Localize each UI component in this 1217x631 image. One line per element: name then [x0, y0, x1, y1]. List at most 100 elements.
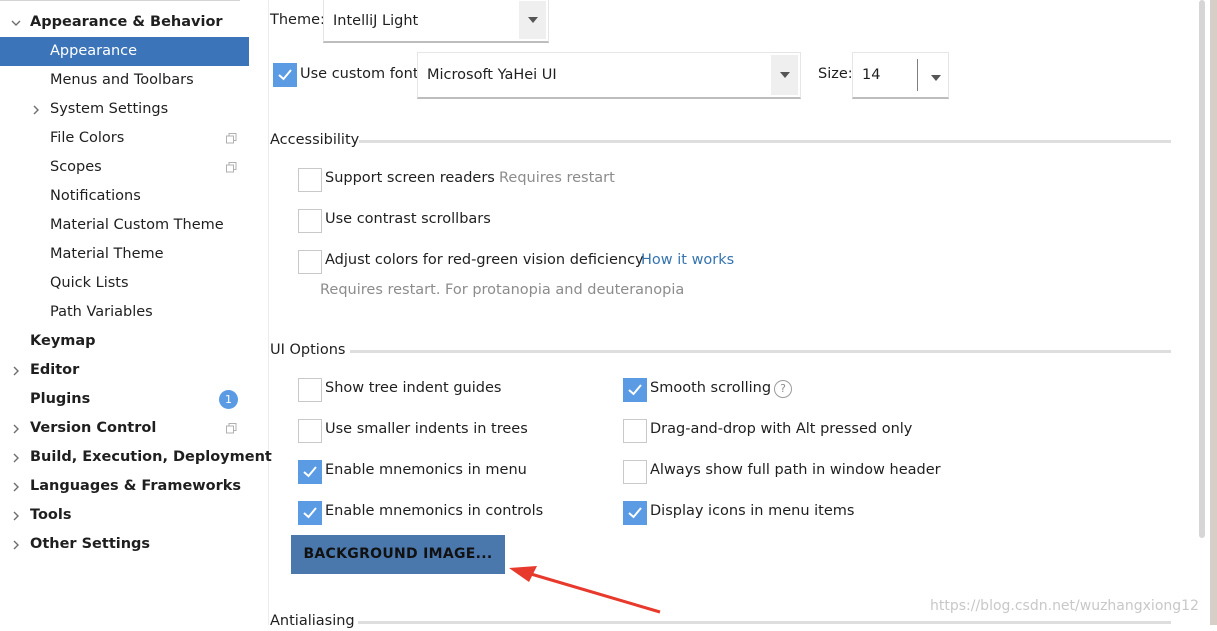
copy-icon [226, 162, 237, 173]
sidebar-item-build-execution-deployment[interactable]: Build, Execution, Deployment [0, 443, 272, 472]
sidebar-item-label: Keymap [30, 333, 96, 349]
sidebar-item-label: Menus and Toolbars [50, 72, 194, 88]
sidebar-item-label: Notifications [50, 188, 141, 204]
scrollbar-thumb[interactable] [1199, 0, 1205, 538]
screen-readers-checkbox[interactable] [298, 168, 322, 192]
red-arrow-annotation [509, 566, 661, 614]
sidebar-item-plugins[interactable]: Plugins 1 [0, 385, 249, 414]
sidebar-item-version-control[interactable]: Version Control [0, 414, 249, 443]
drag-drop-alt-checkbox[interactable] [623, 419, 647, 443]
sidebar-item-appearance[interactable]: Appearance [0, 37, 249, 66]
sidebar-item-menus-toolbars[interactable]: Menus and Toolbars [0, 66, 249, 95]
font-size-label: Size: [818, 66, 853, 82]
chevron-down-icon[interactable] [8, 8, 24, 37]
color-deficiency-hint: Requires restart. For protanopia and deu… [320, 282, 685, 298]
chevron-down-icon[interactable] [771, 55, 798, 95]
sidebar-item-path-variables[interactable]: Path Variables [0, 298, 249, 327]
chevron-down-icon[interactable] [519, 1, 546, 39]
chevron-right-icon[interactable] [8, 472, 24, 501]
mnemonics-menu-label: Enable mnemonics in menu [325, 462, 527, 478]
theme-label: Theme: [270, 12, 325, 28]
help-icon[interactable]: ? [774, 380, 792, 398]
tree-indent-guides-label: Show tree indent guides [325, 380, 502, 396]
sidebar-item-label: Material Theme [50, 246, 164, 262]
mnemonics-menu-checkbox[interactable] [298, 460, 322, 484]
sidebar-item-languages-frameworks[interactable]: Languages & Frameworks [0, 472, 249, 501]
font-size-value: 14 [862, 67, 881, 83]
chevron-down-icon[interactable] [930, 70, 942, 86]
sidebar-item-notifications[interactable]: Notifications [0, 182, 249, 211]
chevron-right-icon[interactable] [8, 443, 24, 472]
smooth-scrolling-label: Smooth scrolling [650, 380, 772, 396]
sidebar-item-label: Appearance & Behavior [30, 14, 223, 30]
sidebar-item-label: Material Custom Theme [50, 217, 224, 233]
combo-separator [917, 59, 918, 91]
sidebar-item-tools[interactable]: Tools [0, 501, 249, 530]
window-edge [1210, 0, 1217, 625]
font-family-dropdown[interactable]: Microsoft YaHei UI [417, 52, 801, 99]
color-deficiency-checkbox[interactable] [298, 250, 322, 274]
contrast-scrollbars-checkbox[interactable] [298, 209, 322, 233]
contrast-scrollbars-label: Use contrast scrollbars [325, 211, 491, 227]
chevron-right-icon[interactable] [8, 414, 24, 443]
menu-icons-label: Display icons in menu items [650, 503, 855, 519]
sidebar-item-file-colors[interactable]: File Colors [0, 124, 249, 153]
sidebar-item-label: Version Control [30, 420, 157, 436]
sidebar-item-material-custom-theme[interactable]: Material Custom Theme [0, 211, 249, 240]
sidebar-item-label: Tools [30, 507, 72, 523]
tree-indent-guides-checkbox[interactable] [298, 378, 322, 402]
sidebar-item-label: Other Settings [30, 536, 151, 552]
copy-icon [226, 133, 237, 144]
sidebar-item-system-settings[interactable]: System Settings [0, 95, 249, 124]
sidebar-item-editor[interactable]: Editor [0, 356, 249, 385]
sidebar-item-appearance-behavior[interactable]: Appearance & Behavior [0, 8, 249, 37]
use-custom-font-label: Use custom font: [300, 66, 424, 82]
font-family-value: Microsoft YaHei UI [427, 67, 557, 83]
chevron-right-icon[interactable] [8, 356, 24, 385]
sidebar-item-label: Appearance [50, 43, 138, 59]
watermark-text: https://blog.csdn.net/wuzhangxiong123 [930, 598, 1208, 614]
full-path-header-label: Always show full path in window header [650, 462, 941, 478]
section-divider [350, 350, 1171, 353]
sidebar-item-keymap[interactable]: Keymap [0, 327, 249, 356]
sidebar-item-label: Build, Execution, Deployment [30, 449, 272, 465]
drag-drop-alt-label: Drag-and-drop with Alt pressed only [650, 421, 913, 437]
accessibility-section-title: Accessibility [270, 132, 360, 148]
antialiasing-section-title: Antialiasing [270, 613, 355, 629]
sidebar-item-other-settings[interactable]: Other Settings [0, 530, 249, 559]
screen-readers-label: Support screen readers [325, 170, 495, 186]
section-divider [359, 140, 1171, 143]
sidebar-item-label: Languages & Frameworks [30, 478, 242, 494]
mnemonics-controls-checkbox[interactable] [298, 501, 322, 525]
sidebar-top-divider [0, 0, 240, 1]
background-image-button[interactable]: BACKGROUND IMAGE... [291, 535, 505, 574]
sidebar-item-label: Quick Lists [50, 275, 129, 291]
ui-options-section-title: UI Options [270, 342, 346, 358]
sidebar-item-label: Plugins [30, 391, 91, 407]
sidebar-item-scopes[interactable]: Scopes [0, 153, 249, 182]
font-size-combo[interactable]: 14 [852, 52, 949, 99]
chevron-right-icon[interactable] [8, 501, 24, 530]
menu-icons-checkbox[interactable] [623, 501, 647, 525]
sidebar-item-quick-lists[interactable]: Quick Lists [0, 269, 249, 298]
copy-icon [226, 423, 237, 434]
update-count-badge: 1 [219, 390, 238, 409]
settings-sidebar: Appearance & Behavior Appearance Menus a… [0, 0, 272, 625]
sidebar-item-label: System Settings [50, 101, 169, 117]
smaller-indents-checkbox[interactable] [298, 419, 322, 443]
sidebar-item-label: Scopes [50, 159, 102, 175]
mnemonics-controls-label: Enable mnemonics in controls [325, 503, 544, 519]
requires-restart-hint: Requires restart [499, 170, 615, 186]
sidebar-item-label: File Colors [50, 130, 125, 146]
chevron-right-icon[interactable] [8, 530, 24, 559]
full-path-header-checkbox[interactable] [623, 460, 647, 484]
chevron-right-icon[interactable] [28, 95, 44, 124]
color-deficiency-label: Adjust colors for red-green vision defic… [325, 252, 644, 268]
sidebar-item-material-theme[interactable]: Material Theme [0, 240, 249, 269]
theme-dropdown[interactable]: IntelliJ Light [323, 0, 549, 43]
how-it-works-link[interactable]: How it works [641, 250, 734, 270]
theme-value: IntelliJ Light [333, 13, 419, 29]
smooth-scrolling-checkbox[interactable] [623, 378, 647, 402]
sidebar-item-label: Path Variables [50, 304, 153, 320]
use-custom-font-checkbox[interactable] [273, 63, 297, 87]
